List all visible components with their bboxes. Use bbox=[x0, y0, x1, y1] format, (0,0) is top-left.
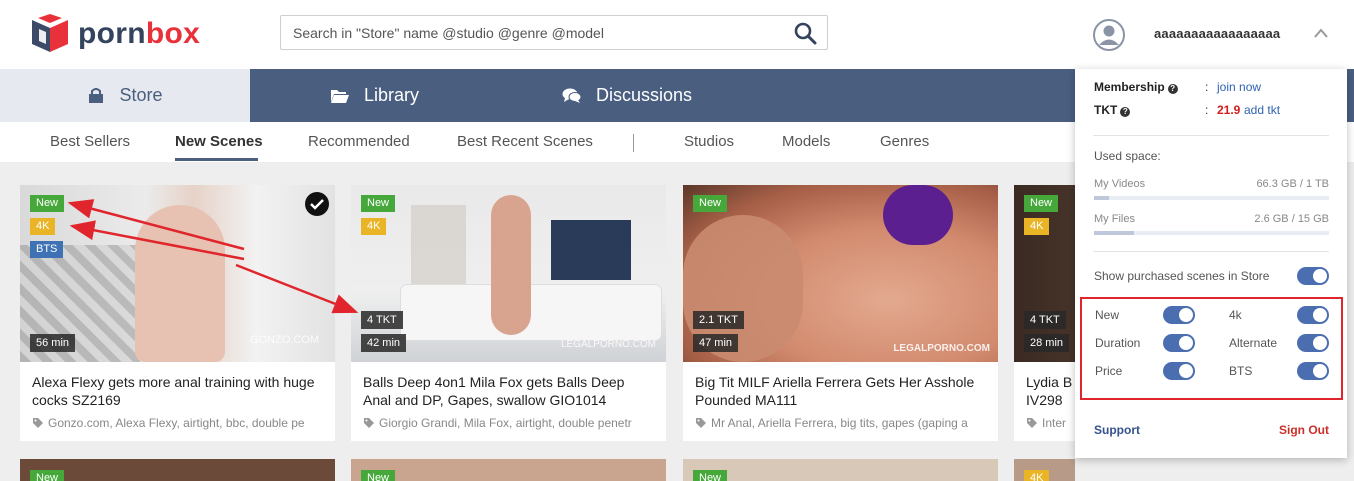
divider bbox=[1093, 135, 1329, 136]
sign-out-link[interactable]: Sign Out bbox=[1279, 423, 1329, 437]
tkt-label: TKT bbox=[1094, 103, 1118, 117]
join-now-link[interactable]: join now bbox=[1217, 80, 1261, 94]
filter-4k-label: 4k bbox=[1229, 308, 1242, 322]
used-space-label: Used space: bbox=[1094, 149, 1161, 163]
tkt-balance: 21.9 bbox=[1217, 103, 1241, 117]
my-files-label: My Files bbox=[1094, 213, 1135, 225]
membership-colon: : bbox=[1205, 80, 1209, 94]
help-icon[interactable]: ? bbox=[1120, 107, 1131, 117]
my-files-usage-fill bbox=[1094, 231, 1134, 235]
filter-new-toggle[interactable] bbox=[1163, 306, 1195, 324]
my-files-usage-bar bbox=[1094, 231, 1329, 235]
my-files-value: 2.6 GB / 15 GB bbox=[1254, 213, 1329, 225]
filter-alternate-toggle[interactable] bbox=[1297, 334, 1329, 352]
filter-4k-toggle[interactable] bbox=[1297, 306, 1329, 324]
support-link[interactable]: Support bbox=[1094, 423, 1140, 437]
my-videos-usage-bar bbox=[1094, 196, 1329, 200]
account-dropdown: Membership? : join now TKT? : 21.9 add t… bbox=[1075, 69, 1347, 458]
filter-new-label: New bbox=[1095, 308, 1120, 322]
show-purchased-label: Show purchased scenes in Store bbox=[1094, 269, 1270, 283]
divider bbox=[1093, 251, 1329, 252]
filter-duration-toggle[interactable] bbox=[1163, 334, 1195, 352]
tkt-colon: : bbox=[1205, 103, 1209, 117]
filter-bts-label: BTS bbox=[1229, 364, 1253, 378]
my-videos-value: 66.3 GB / 1 TB bbox=[1256, 178, 1329, 190]
my-videos-label: My Videos bbox=[1094, 178, 1146, 190]
filter-price-toggle[interactable] bbox=[1163, 362, 1195, 380]
filter-price-label: Price bbox=[1095, 364, 1123, 378]
membership-row: Membership? bbox=[1094, 80, 1178, 94]
help-icon[interactable]: ? bbox=[1167, 84, 1178, 94]
add-tkt-link[interactable]: add tkt bbox=[1244, 103, 1280, 117]
filter-alternate-label: Alternate bbox=[1229, 336, 1278, 350]
tkt-row: TKT? bbox=[1094, 103, 1131, 117]
show-purchased-toggle[interactable] bbox=[1297, 267, 1329, 285]
my-videos-usage-fill bbox=[1094, 196, 1110, 200]
filter-bts-toggle[interactable] bbox=[1297, 362, 1329, 380]
filter-duration-label: Duration bbox=[1095, 336, 1141, 350]
membership-label: Membership bbox=[1094, 80, 1165, 94]
